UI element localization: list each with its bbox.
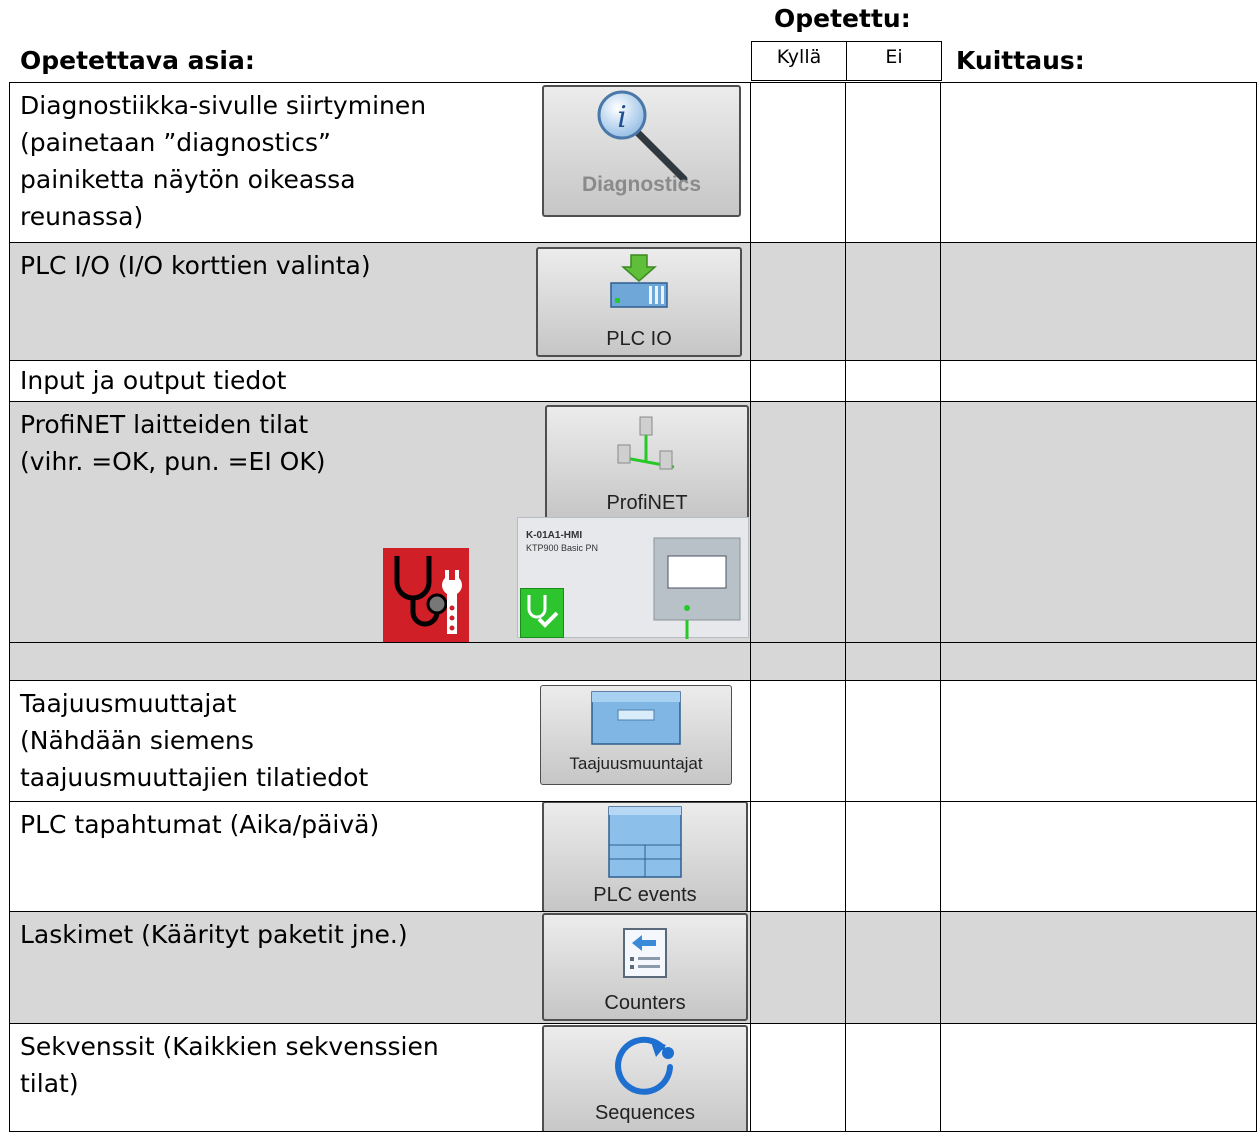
kylla-cell[interactable] [750,401,846,643]
topic-cell: Input ja output tiedot [9,360,751,402]
topic-text: Diagnostiikka-sivulle siirtyminen (paine… [20,91,427,231]
profinet-button[interactable]: ProfiNET [545,405,749,521]
topic-cell: Taajuusmuuttajat (Nähdään siemens taajuu… [9,680,751,802]
button-label: ProfiNET [606,492,688,514]
kuittaus-cell[interactable] [940,360,1257,402]
kuittaus-cell[interactable] [940,911,1257,1024]
opetettu-header: Opetettu: [774,4,911,33]
device-type: KTP900 Basic PN [526,543,599,553]
topic-text: Taajuusmuuttajat (Nähdään siemens taajuu… [20,689,369,792]
counter-list-icon [623,928,667,978]
button-label: Diagnostics [581,173,702,196]
button-label: PLC events [593,884,697,906]
io-module-icon [610,254,668,308]
kuittaus-header: Kuittaus: [956,46,1085,75]
button-label: Taajuusmuuntajat [569,754,703,773]
ei-cell[interactable] [845,642,941,681]
plc-events-button[interactable]: PLC events [542,802,748,911]
ei-cell[interactable] [845,82,941,243]
topic-cell: Laskimet (Käärityt paketit jne.) Counter… [9,911,751,1024]
ok-status-icon [520,588,564,638]
ei-cell[interactable] [845,801,941,912]
sequence-cycle-icon [615,1036,674,1095]
kylla-header: Kyllä [751,41,847,81]
ei-header: Ei [846,41,942,81]
ei-cell[interactable] [845,360,941,402]
table-row [9,642,1257,681]
table-row: PLC I/O (I/O korttien valinta) PLC IO [9,242,1257,361]
kuittaus-cell[interactable] [940,642,1257,681]
kylla-cell[interactable] [750,82,846,243]
table-row: Sekvenssit (Kaikkien sekvenssien tilat) … [9,1023,1257,1132]
table-row: PLC tapahtumat (Aika/päivä) PLC events [9,801,1257,912]
topic-cell: Sekvenssit (Kaikkien sekvenssien tilat) … [9,1023,751,1132]
topic-text: ProfiNET laitteiden tilat (vihr. =OK, pu… [20,410,326,476]
stethoscope-wrench-icon [383,548,469,636]
kylla-cell[interactable] [750,242,846,361]
table-row: Laskimet (Käärityt paketit jne.) Counter… [9,911,1257,1024]
taajuusmuuntajat-button[interactable]: Taajuusmuuntajat [540,685,732,785]
kuittaus-cell[interactable] [940,401,1257,643]
topic-cell: PLC I/O (I/O korttien valinta) PLC IO [9,242,751,361]
ei-cell[interactable] [845,242,941,361]
sequences-button[interactable]: Sequences [542,1025,748,1131]
device-panel-frame: K-01A1-HMI KTP900 Basic PN [517,517,749,639]
kylla-cell[interactable] [750,1023,846,1132]
kuittaus-cell[interactable] [940,680,1257,802]
ei-cell[interactable] [845,680,941,802]
hmi-panel-icon [653,537,741,639]
kuittaus-cell[interactable] [940,242,1257,361]
kylla-cell[interactable] [750,801,846,912]
diagnostics-button[interactable]: i Diagnostics [542,85,741,217]
topic-text: Laskimet (Käärityt paketit jne.) [20,920,408,949]
button-label: Sequences [594,1102,696,1124]
topic-text: Input ja output tiedot [20,366,287,395]
topic-cell: PLC tapahtumat (Aika/päivä) PLC events [9,801,751,912]
topic-cell [9,642,751,681]
ei-cell[interactable] [845,911,941,1024]
stethoscope-check-icon [527,595,559,628]
magnifier-info-icon: i [597,90,687,181]
table-row: Diagnostiikka-sivulle siirtyminen (paine… [9,82,1257,243]
ei-cell[interactable] [845,401,941,643]
kylla-cell[interactable] [750,360,846,402]
button-label: PLC IO [606,328,672,350]
topic-cell: Diagnostiikka-sivulle siirtyminen (paine… [9,82,751,243]
kylla-cell[interactable] [750,911,846,1024]
topic-text: Sekvenssit (Kaikkien sekvenssien tilat) [20,1032,439,1098]
topic-text: PLC I/O (I/O korttien valinta) [20,251,371,280]
kuittaus-cell[interactable] [940,82,1257,243]
kuittaus-cell[interactable] [940,801,1257,912]
profinet-device-panel[interactable]: K-01A1-HMI KTP900 Basic PN [517,517,749,639]
button-label: Counters [604,992,686,1014]
svg-text:i: i [617,100,627,135]
plc-icon [608,806,682,878]
kylla-cell[interactable] [750,642,846,681]
table-row: Taajuusmuuttajat (Nähdään siemens taajuu… [9,680,1257,802]
kuittaus-cell[interactable] [940,1023,1257,1132]
plc-io-button[interactable]: PLC IO [536,247,742,357]
topic-text: PLC tapahtumat (Aika/päivä) [20,810,380,839]
device-name: K-01A1-HMI [526,530,583,541]
drive-icon [591,691,681,745]
kylla-cell[interactable] [750,680,846,802]
counters-button[interactable]: Counters [542,913,748,1021]
network-icon [617,416,675,470]
table-row: Input ja output tiedot [9,360,1257,402]
opetettava-asia-header: Opetettava asia: [20,46,255,75]
ei-cell[interactable] [845,1023,941,1132]
